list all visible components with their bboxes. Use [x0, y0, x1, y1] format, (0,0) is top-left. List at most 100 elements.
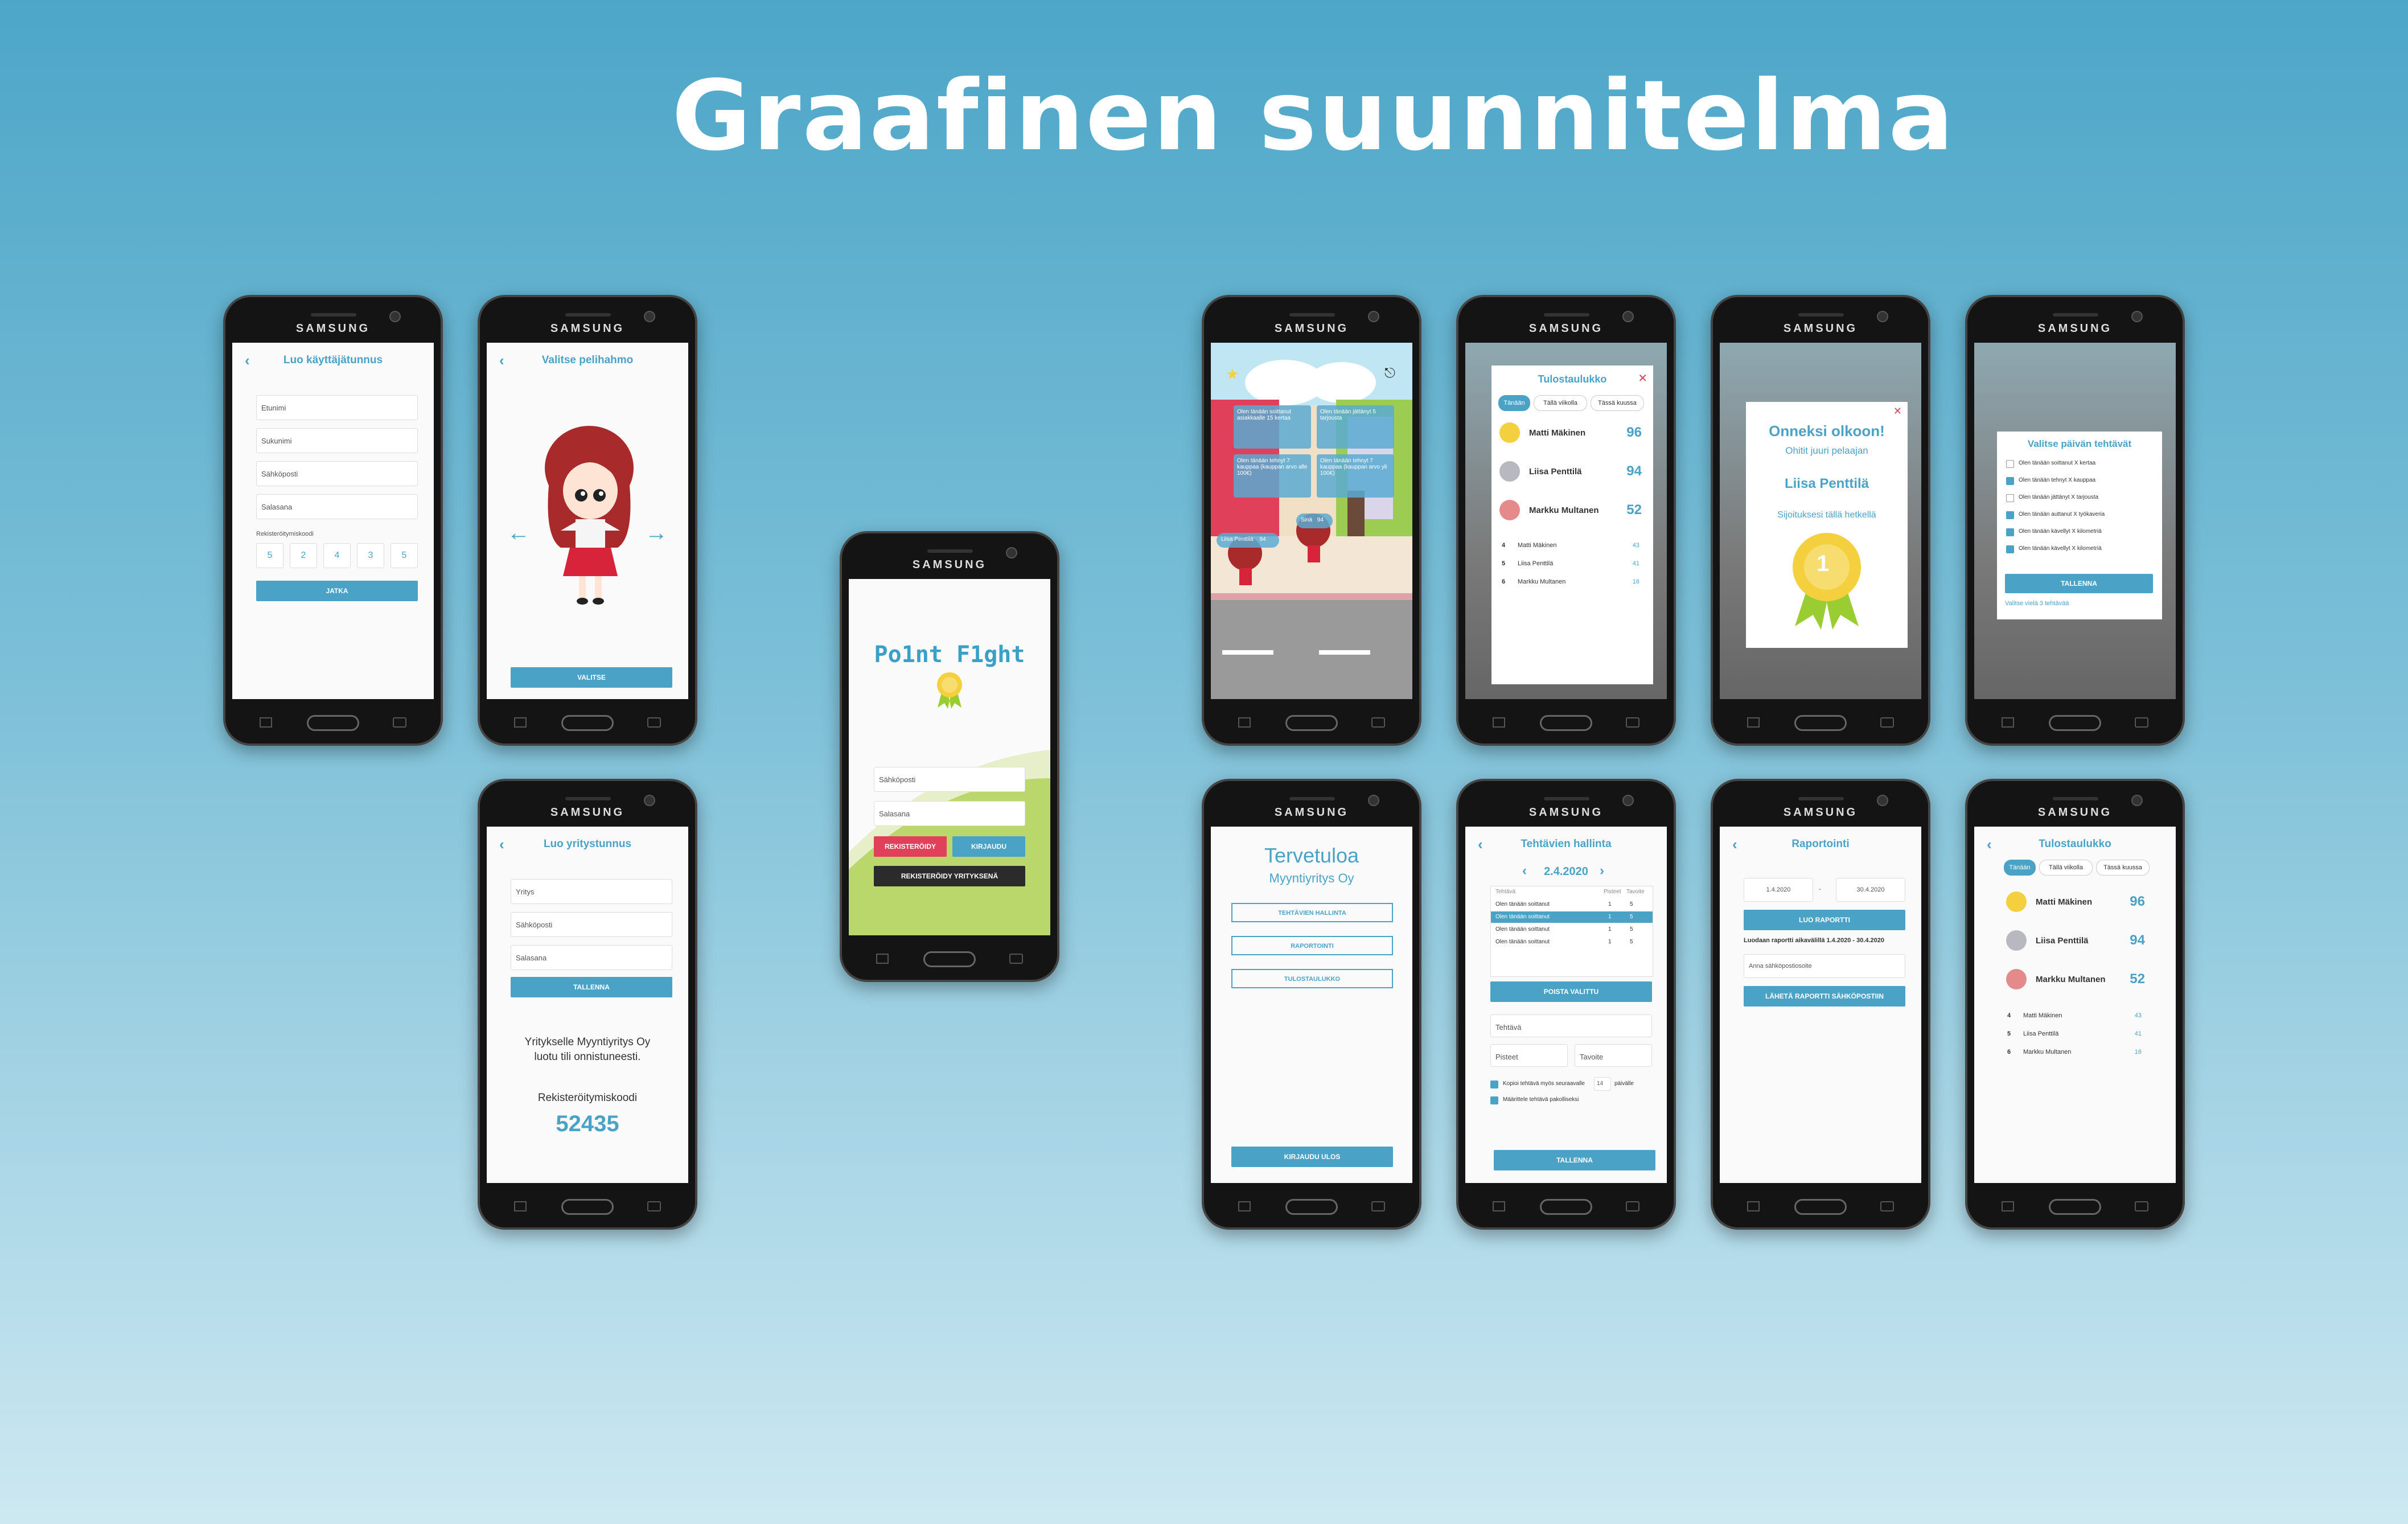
- recent-apps-icon[interactable]: [2002, 1201, 2014, 1211]
- task-bubble[interactable]: Olen tänään soittanut asiakkaalle 15 ker…: [1234, 405, 1311, 449]
- goal-field[interactable]: Tavoite: [1575, 1044, 1652, 1067]
- points-field[interactable]: Pisteet: [1490, 1044, 1568, 1067]
- task-management-button[interactable]: TEHTÄVIEN HALLINTA: [1231, 903, 1393, 922]
- home-button[interactable]: [1285, 1199, 1338, 1215]
- back-key-icon[interactable]: [647, 717, 661, 728]
- task-field[interactable]: Tehtävä: [1490, 1014, 1652, 1037]
- logout-button[interactable]: KIRJAUDU ULOS: [1231, 1147, 1393, 1167]
- home-button[interactable]: [561, 715, 614, 731]
- arrow-right-icon[interactable]: →: [645, 520, 668, 546]
- next-date-icon[interactable]: ›: [1600, 863, 1604, 879]
- back-key-icon[interactable]: [1880, 717, 1894, 728]
- task-checkbox[interactable]: [2006, 528, 2014, 536]
- home-button[interactable]: [1540, 715, 1592, 731]
- tab-month[interactable]: Tässä kuussa: [1591, 395, 1644, 411]
- create-report-button[interactable]: LUO RAPORTTI: [1744, 910, 1905, 930]
- firstname-field[interactable]: Etunimi: [256, 395, 418, 420]
- password-field[interactable]: Salasana: [511, 945, 672, 970]
- back-key-icon[interactable]: [1009, 954, 1023, 964]
- close-icon[interactable]: ✕: [1638, 371, 1647, 385]
- back-key-icon[interactable]: [2135, 1201, 2148, 1211]
- tab-month[interactable]: Tässä kuussa: [2096, 860, 2150, 876]
- recent-apps-icon[interactable]: [876, 954, 889, 964]
- code-digit[interactable]: 5: [391, 543, 418, 568]
- code-digit[interactable]: 3: [357, 543, 384, 568]
- email-field[interactable]: Anna sähköpostiosoite: [1744, 954, 1905, 978]
- email-field[interactable]: Sähköposti: [256, 461, 418, 486]
- home-button[interactable]: [561, 1199, 614, 1215]
- save-button[interactable]: TALLENNA: [511, 977, 672, 997]
- code-digit[interactable]: 4: [323, 543, 351, 568]
- back-key-icon[interactable]: [1880, 1201, 1894, 1211]
- home-button[interactable]: [1794, 1199, 1847, 1215]
- back-key-icon[interactable]: [1626, 1201, 1639, 1211]
- date-from-field[interactable]: 1.4.2020: [1744, 878, 1813, 902]
- back-key-icon[interactable]: [647, 1201, 661, 1211]
- task-checkbox[interactable]: [2006, 511, 2014, 519]
- home-button[interactable]: [2049, 715, 2101, 731]
- save-button[interactable]: TALLENNA: [2005, 574, 2153, 593]
- back-key-icon[interactable]: [1371, 1201, 1385, 1211]
- continue-button[interactable]: JATKA: [256, 581, 418, 601]
- trophy-icon[interactable]: ★: [1226, 365, 1239, 383]
- register-button[interactable]: REKISTERÖIDY: [874, 836, 947, 857]
- send-report-button[interactable]: LÄHETÄ RAPORTTI SÄHKÖPOSTIIN: [1744, 986, 1905, 1007]
- recent-apps-icon[interactable]: [260, 717, 272, 728]
- recent-apps-icon[interactable]: [1493, 1201, 1505, 1211]
- leaderboard-button[interactable]: TULOSTAULUKKO: [1231, 969, 1393, 988]
- recent-apps-icon[interactable]: [1238, 717, 1251, 728]
- recent-apps-icon[interactable]: [514, 717, 527, 728]
- recent-apps-icon[interactable]: [1747, 717, 1760, 728]
- tab-week[interactable]: Tällä viikolla: [2039, 860, 2093, 876]
- login-button[interactable]: KIRJAUDU: [952, 836, 1025, 857]
- tab-today[interactable]: Tänään: [1498, 395, 1530, 411]
- reporting-button[interactable]: RAPORTOINTI: [1231, 936, 1393, 955]
- register-company-button[interactable]: REKISTERÖIDY YRITYKSENÄ: [874, 866, 1025, 886]
- back-key-icon[interactable]: [1626, 717, 1639, 728]
- task-checkbox[interactable]: [2006, 494, 2014, 502]
- tab-week[interactable]: Tällä viikolla: [1534, 395, 1587, 411]
- password-field[interactable]: Salasana: [256, 494, 418, 519]
- home-button[interactable]: [1285, 715, 1338, 731]
- copy-days-field[interactable]: 14: [1594, 1077, 1611, 1091]
- exit-icon[interactable]: ⎋: [1384, 365, 1395, 381]
- recent-apps-icon[interactable]: [1238, 1201, 1251, 1211]
- recent-apps-icon[interactable]: [2002, 717, 2014, 728]
- close-icon[interactable]: ✕: [1893, 405, 1902, 417]
- code-digit[interactable]: 2: [290, 543, 317, 568]
- table-row[interactable]: Olen tänään soittanut 1 5: [1491, 911, 1653, 923]
- select-button[interactable]: VALITSE: [511, 667, 672, 688]
- task-checkbox[interactable]: [2006, 460, 2014, 468]
- recent-apps-icon[interactable]: [1493, 717, 1505, 728]
- back-key-icon[interactable]: [393, 717, 406, 728]
- date-to-field[interactable]: 30.4.2020: [1836, 878, 1905, 902]
- table-row[interactable]: Olen tänään soittanut 1 5: [1491, 899, 1653, 910]
- table-row[interactable]: Olen tänään soittanut 1 5: [1491, 924, 1653, 935]
- arrow-left-icon[interactable]: ←: [507, 520, 530, 546]
- copy-checkbox[interactable]: [1490, 1081, 1498, 1088]
- code-digit[interactable]: 5: [256, 543, 283, 568]
- back-key-icon[interactable]: [1371, 717, 1385, 728]
- recent-apps-icon[interactable]: [1747, 1201, 1760, 1211]
- home-button[interactable]: [307, 715, 359, 731]
- task-checkbox[interactable]: [2006, 545, 2014, 553]
- task-bubble[interactable]: Olen tänään tehnyt 7 kauppaa (kauppan ar…: [1317, 454, 1394, 498]
- recent-apps-icon[interactable]: [514, 1201, 527, 1211]
- home-button[interactable]: [1540, 1199, 1592, 1215]
- tab-today[interactable]: Tänään: [2004, 860, 2036, 876]
- home-button[interactable]: [1794, 715, 1847, 731]
- table-row[interactable]: Olen tänään soittanut 1 5: [1491, 936, 1653, 948]
- email-field[interactable]: Sähköposti: [511, 912, 672, 937]
- lastname-field[interactable]: Sukunimi: [256, 428, 418, 453]
- email-field[interactable]: Sähköposti: [874, 767, 1025, 792]
- password-field[interactable]: Salasana: [874, 801, 1025, 826]
- back-key-icon[interactable]: [2135, 717, 2148, 728]
- task-bubble[interactable]: Olen tänään jättänyt 5 tarjousta: [1317, 405, 1394, 449]
- home-button[interactable]: [923, 951, 976, 967]
- save-button[interactable]: TALLENNA: [1494, 1150, 1655, 1170]
- mandatory-checkbox[interactable]: [1490, 1096, 1498, 1104]
- task-checkbox[interactable]: [2006, 477, 2014, 485]
- company-field[interactable]: Yritys: [511, 879, 672, 904]
- home-button[interactable]: [2049, 1199, 2101, 1215]
- task-bubble[interactable]: Olen tänään tehnyt 7 kauppaa (kauppan ar…: [1234, 454, 1311, 498]
